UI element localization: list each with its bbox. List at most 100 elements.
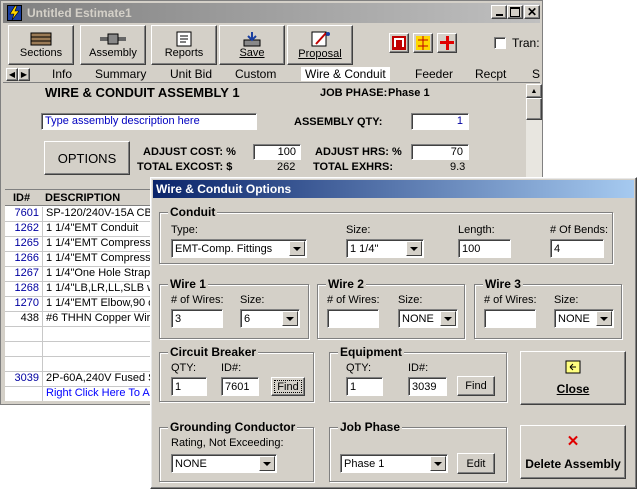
sections-icon <box>30 32 52 46</box>
dialog-title-bar[interactable]: Wire & Conduit Options <box>153 180 634 198</box>
row-id: 1267 <box>5 267 43 281</box>
breaker-find-label: Find <box>277 380 299 393</box>
delete-assembly-button[interactable]: ✕ Delete Assembly <box>520 425 626 479</box>
col-id-header: ID# <box>13 192 31 204</box>
equipment-group: Equipment QTY: 1 ID#: 3039 Find <box>329 345 507 402</box>
chevron-down-icon[interactable] <box>440 311 456 326</box>
save-button[interactable]: Save <box>219 25 285 65</box>
trans-checkbox[interactable] <box>494 37 506 49</box>
adjust-hrs-input[interactable]: 70 <box>411 144 469 160</box>
wire1-group-title: Wire 1 <box>168 277 208 291</box>
scroll-up-button[interactable]: ▲ <box>526 84 542 98</box>
proposal-button[interactable]: Proposal <box>287 25 353 65</box>
equipment-qty-label: QTY: <box>346 362 372 374</box>
tab-unit-bid[interactable]: Unit Bid <box>170 67 212 81</box>
equipment-find-button[interactable]: Find <box>457 376 495 396</box>
reports-icon <box>176 31 192 47</box>
wire3-size-value: NONE <box>558 313 590 325</box>
options-button[interactable]: OPTIONS <box>44 141 130 175</box>
conduit-length-label: Length: <box>458 224 495 236</box>
chevron-down-icon[interactable] <box>430 456 446 471</box>
grounding-rating-label: Rating, Not Exceeding: <box>171 437 284 449</box>
job-phase-edit-button[interactable]: Edit <box>457 453 495 474</box>
assembly-description-input[interactable]: Type assembly description here <box>41 113 257 130</box>
wire3-num-input[interactable] <box>484 309 536 328</box>
total-excost-label: TOTAL EXCOST: $ <box>137 161 233 173</box>
conduit-bends-input[interactable]: 4 <box>550 239 604 258</box>
job-phase-select[interactable]: Phase 1 <box>340 454 448 473</box>
tab-scroll-left[interactable]: ◀ <box>6 68 18 81</box>
equipment-qty-input[interactable]: 1 <box>346 377 383 396</box>
tab-summary[interactable]: Summary <box>95 67 146 81</box>
close-window-button[interactable]: ✕ <box>524 5 540 19</box>
chevron-down-icon[interactable] <box>596 311 612 326</box>
breaker-id-input[interactable]: 7601 <box>221 377 259 396</box>
job-phase-edit-label: Edit <box>466 457 486 470</box>
tab-scroll-right[interactable]: ▶ <box>18 68 30 81</box>
equipment-id-input[interactable]: 3039 <box>408 377 447 396</box>
circuit-breaker-group-title: Circuit Breaker <box>168 345 259 359</box>
save-label: Save <box>239 47 265 59</box>
reports-button[interactable]: Reports <box>151 25 217 65</box>
equipment-group-title: Equipment <box>338 345 404 359</box>
add-item-link[interactable]: Right Click Here To Ac <box>46 387 155 399</box>
wire1-size-select[interactable]: 6 <box>240 309 300 328</box>
row-description: 1 1/4"EMT Elbow,90 o <box>46 297 155 309</box>
tab-s[interactable]: S <box>532 67 540 81</box>
conduit-length-input[interactable]: 100 <box>458 239 511 258</box>
tab-info[interactable]: Info <box>52 67 72 81</box>
job-phase-group-title: Job Phase <box>338 420 403 434</box>
maximize-button[interactable] <box>507 5 523 19</box>
row-description: #6 THHN Copper Wire <box>46 312 157 324</box>
wire2-group: Wire 2 # of Wires: Size: NONE <box>317 277 465 339</box>
main-title-bar[interactable]: Untitled Estimate1 ✕ <box>3 3 540 23</box>
tab-recpt[interactable]: Recpt <box>475 67 506 81</box>
conduit-type-select[interactable]: EMT-Comp. Fittings <box>171 239 307 258</box>
tab-wire-conduit[interactable]: Wire & Conduit <box>301 67 390 81</box>
tab-strip: ◀ ▶ Info Summary Unit Bid Custom Wire & … <box>3 67 540 83</box>
grounding-rating-select[interactable]: NONE <box>171 454 277 473</box>
wire2-size-select[interactable]: NONE <box>398 309 458 328</box>
close-button[interactable]: Close <box>520 351 626 405</box>
proposal-icon <box>311 31 330 47</box>
save-icon <box>243 32 261 47</box>
adjust-cost-input[interactable]: 100 <box>253 144 301 160</box>
equipment-id-label: ID#: <box>408 362 429 374</box>
yellow-tool-button[interactable] <box>413 33 433 53</box>
breaker-find-button[interactable]: Find <box>271 377 305 396</box>
red-grid-icon <box>392 36 406 50</box>
red-tool-button-1[interactable] <box>389 33 409 53</box>
row-id: 438 <box>5 312 43 326</box>
minimize-button[interactable] <box>491 5 507 19</box>
row-id: 1262 <box>5 222 43 236</box>
conduit-size-value: 1 1/4" <box>350 243 379 255</box>
assembly-button[interactable]: Assembly <box>80 25 146 65</box>
row-description: 1 1/4"One Hole Strap,S <box>46 267 161 279</box>
assembly-qty-input[interactable]: 1 <box>411 113 469 130</box>
scroll-thumb[interactable] <box>526 98 542 120</box>
chevron-down-icon[interactable] <box>282 311 298 326</box>
conduit-group-title: Conduit <box>168 205 218 219</box>
chevron-down-icon[interactable] <box>289 241 305 256</box>
conduit-size-select[interactable]: 1 1/4" <box>346 239 424 258</box>
wire1-size-value: 6 <box>244 313 251 325</box>
grounding-group: Grounding Conductor Rating, Not Exceedin… <box>159 420 314 482</box>
app-lightning-icon <box>7 5 22 21</box>
conduit-type-label: Type: <box>171 224 198 236</box>
wire1-group: Wire 1 # of Wires: 3 Size: 6 <box>159 277 309 339</box>
red-plus-button[interactable] <box>437 33 457 53</box>
wire3-size-select[interactable]: NONE <box>554 309 614 328</box>
breaker-qty-input[interactable]: 1 <box>171 377 207 396</box>
tab-custom[interactable]: Custom <box>235 67 276 81</box>
sections-button[interactable]: Sections <box>8 25 74 65</box>
dialog-title: Wire & Conduit Options <box>156 182 292 196</box>
tab-feeder[interactable]: Feeder <box>415 67 453 81</box>
chevron-down-icon[interactable] <box>406 241 422 256</box>
wire2-num-input[interactable] <box>327 309 379 328</box>
close-icon: ✕ <box>526 5 538 19</box>
wire1-num-input[interactable]: 3 <box>171 309 223 328</box>
wire-conduit-options-dialog: Wire & Conduit Options Conduit Type: EMT… <box>150 177 637 489</box>
vertical-scrollbar[interactable]: ▲ <box>526 84 542 189</box>
proposal-label: Proposal <box>298 48 342 60</box>
chevron-down-icon[interactable] <box>259 456 275 471</box>
